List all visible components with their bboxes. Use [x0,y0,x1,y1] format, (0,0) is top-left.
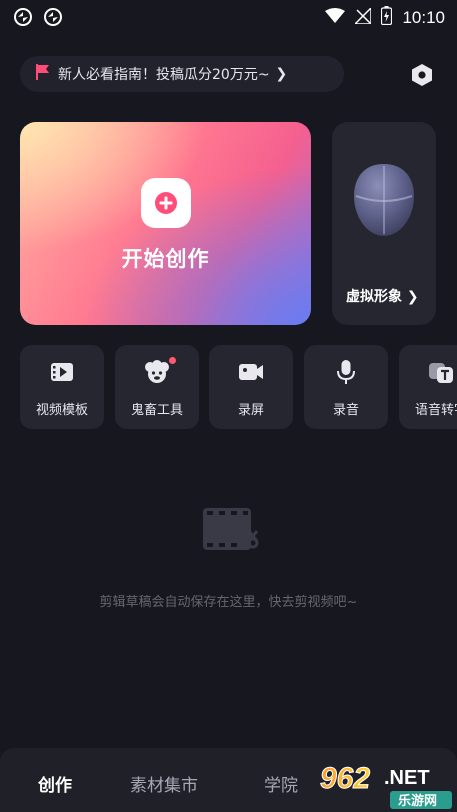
film-clip-icon [199,505,265,557]
tool-screen-record[interactable]: 录屏 [209,345,293,429]
wifi-icon [325,7,346,28]
tool-video-template[interactable]: 视频模板 [20,345,104,429]
tool-audio-record[interactable]: 录音 [304,345,388,429]
status-bar: 10:10 [0,0,457,34]
nav-academy[interactable]: 学院 [264,771,298,796]
new-badge-dot [169,357,176,364]
tool-speech-to-text[interactable]: 语音转字 [399,345,457,429]
app-screen: 10:10 新人必看指南！投稿瓜分20万元~ ❯ 开始创作 虚拟形象 ❯ 视频模… [0,0,457,812]
video-template-icon [49,359,75,385]
svg-text:乐游网: 乐游网 [398,793,437,809]
sync-icon [44,8,62,30]
banner-text: 新人必看指南！投稿瓜分20万元~ [58,67,270,83]
create-label: 开始创作 [121,247,210,271]
sheep-face-icon [144,359,170,385]
nav-create[interactable]: 创作 [38,771,72,796]
plus-icon [141,178,191,228]
svg-text:.NET: .NET [384,767,430,789]
empty-drafts-text: 剪辑草稿会自动保存在这里，快去剪视频吧~ [99,595,358,610]
avatar-label: 虚拟形象 ❯ [346,289,419,305]
virtual-avatar-card[interactable]: 虚拟形象 ❯ [332,122,436,325]
tool-label: 录音 [332,403,359,418]
sync-icon [14,8,32,30]
tool-label: 录屏 [237,403,264,418]
nav-materials-market[interactable]: 素材集市 [130,771,198,796]
battery-charging-icon [381,6,393,29]
svg-text:962: 962 [320,762,370,795]
speech-to-text-icon [428,359,454,385]
screen-record-icon [238,359,264,385]
tool-label: 视频模板 [35,403,88,418]
status-time: 10:10 [402,7,445,27]
tool-label: 语音转字 [414,403,457,418]
site-watermark-logo: 962 .NET 乐游网 [316,760,457,812]
settings-hex-icon[interactable] [409,62,435,88]
tool-label: 鬼畜工具 [130,403,183,418]
signal-off-icon [353,5,373,28]
guide-banner[interactable]: 新人必看指南！投稿瓜分20万元~ ❯ [20,56,344,92]
start-create-card[interactable]: 开始创作 [20,122,311,325]
microphone-icon [333,359,359,385]
tool-meme-tool[interactable]: 鬼畜工具 [115,345,199,429]
chevron-right-icon: ❯ [275,66,288,82]
flag-icon [36,64,50,84]
